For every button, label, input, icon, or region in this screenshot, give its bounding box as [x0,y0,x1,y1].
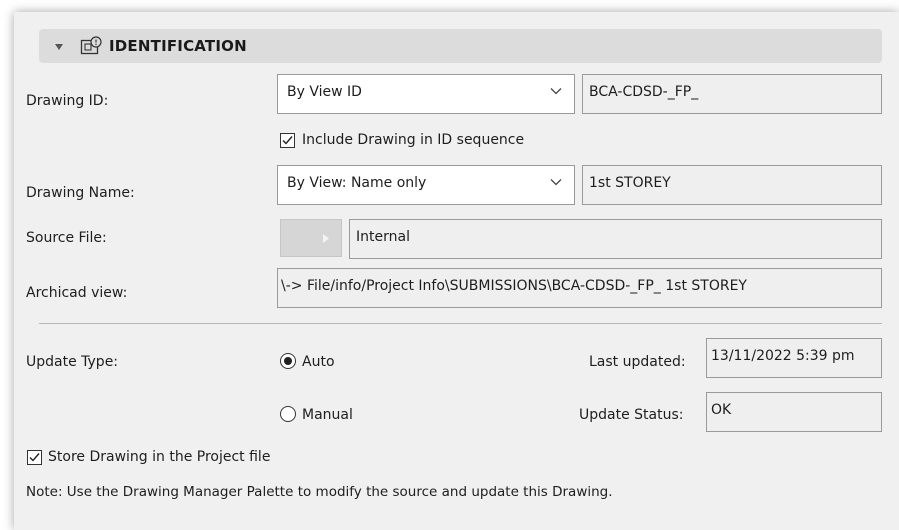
identification-panel: IDENTIFICATION Drawing ID: By View ID BC… [14,12,899,530]
note-text: Note: Use the Drawing Manager Palette to… [26,484,613,500]
source-file-field-value: Internal [356,229,410,245]
section-header[interactable]: IDENTIFICATION [39,29,882,63]
auto-radio-label[interactable]: Auto [302,354,335,370]
update-status-field: OK [706,392,882,432]
drawing-id-label: Drawing ID: [26,93,109,109]
collapse-triangle-icon[interactable] [55,44,63,50]
archicad-view-field[interactable]: \-> File/info/Project Info\SUBMISSIONS\B… [277,268,882,308]
last-updated-label: Last updated: [589,354,686,370]
drawing-info-icon [80,36,102,55]
radio-selected-dot [284,357,292,365]
store-in-project-label[interactable]: Store Drawing in the Project file [48,449,270,465]
play-arrow-icon [323,234,329,243]
include-sequence-label[interactable]: Include Drawing in ID sequence [302,132,524,148]
drawing-id-select[interactable]: By View ID [277,74,575,114]
manual-radio[interactable] [280,406,296,422]
section-title: IDENTIFICATION [109,37,247,55]
update-type-label: Update Type: [26,354,119,370]
archicad-view-label: Archicad view: [26,285,128,301]
chevron-down-icon [550,88,562,95]
auto-radio[interactable] [280,353,296,369]
archicad-view-field-value: \-> File/info/Project Info\SUBMISSIONS\B… [281,278,747,294]
drawing-name-select[interactable]: By View: Name only [277,165,575,205]
last-updated-value: 13/11/2022 5:39 pm [711,348,855,364]
drawing-id-select-value: By View ID [287,84,362,100]
source-file-browse-button[interactable] [280,219,342,257]
include-sequence-checkbox[interactable] [280,133,295,148]
drawing-id-field[interactable]: BCA-CDSD-_FP_ [582,74,882,114]
update-status-value: OK [711,402,732,418]
drawing-name-field-value: 1st STOREY [589,175,671,191]
checkmark-icon [282,136,293,145]
source-file-label: Source File: [26,230,107,246]
divider [39,323,882,324]
drawing-name-select-value: By View: Name only [287,175,427,191]
update-status-label: Update Status: [579,407,684,423]
drawing-id-field-value: BCA-CDSD-_FP_ [589,84,699,100]
checkmark-icon [29,453,40,462]
chevron-down-icon [550,179,562,186]
drawing-name-label: Drawing Name: [26,185,135,201]
source-file-field[interactable]: Internal [349,219,882,259]
manual-radio-label[interactable]: Manual [302,407,353,423]
last-updated-field: 13/11/2022 5:39 pm [706,338,882,378]
drawing-name-field[interactable]: 1st STOREY [582,165,882,205]
store-in-project-checkbox[interactable] [27,450,42,465]
